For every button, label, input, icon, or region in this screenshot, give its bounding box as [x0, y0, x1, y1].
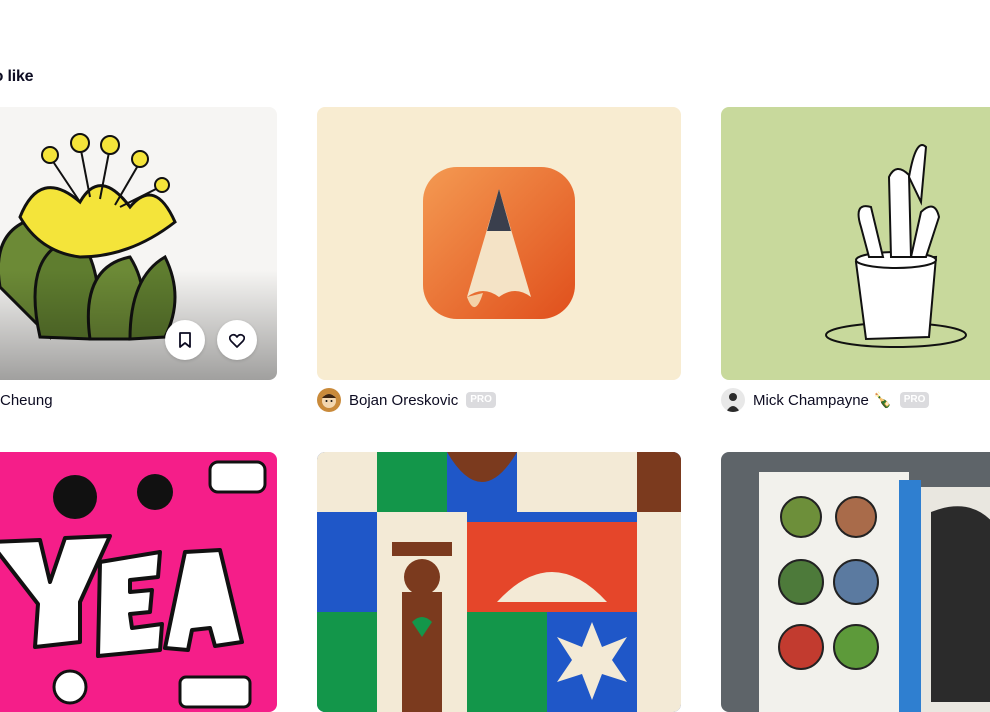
- author-name[interactable]: Cheung: [0, 392, 53, 409]
- author-name[interactable]: Mick Champayne 🍾: [753, 391, 892, 409]
- pencil-app-icon-illustration: [423, 167, 575, 319]
- lettering-illustration: [0, 460, 267, 709]
- shot-thumbnail[interactable]: [721, 107, 990, 380]
- save-button[interactable]: [165, 320, 205, 360]
- sketchbook-illustration: [759, 472, 990, 712]
- avatar[interactable]: [317, 388, 341, 412]
- bookmark-icon: [179, 332, 191, 348]
- shot-thumbnail[interactable]: [317, 452, 681, 712]
- pro-badge: PRO: [899, 392, 930, 408]
- cactus-illustration: [825, 144, 967, 348]
- avatar-face-icon: [322, 394, 336, 408]
- shot-author[interactable]: Cheung: [0, 386, 53, 414]
- shot-author[interactable]: Mick Champayne 🍾 PRO: [721, 386, 930, 414]
- author-name[interactable]: Bojan Oreskovic: [349, 392, 458, 409]
- avatar-person-icon: [726, 393, 740, 412]
- shot-thumbnail[interactable]: [721, 452, 990, 712]
- heart-icon: [229, 333, 245, 348]
- avatar[interactable]: [721, 388, 745, 412]
- like-button[interactable]: [217, 320, 257, 360]
- shot-author[interactable]: Bojan Oreskovic PRO: [317, 386, 496, 414]
- shot-thumbnail[interactable]: [0, 452, 277, 712]
- pattern-illustration: [317, 452, 681, 712]
- shot-thumbnail[interactable]: [317, 107, 681, 380]
- section-title: also like: [0, 68, 34, 85]
- pro-badge: PRO: [466, 392, 496, 408]
